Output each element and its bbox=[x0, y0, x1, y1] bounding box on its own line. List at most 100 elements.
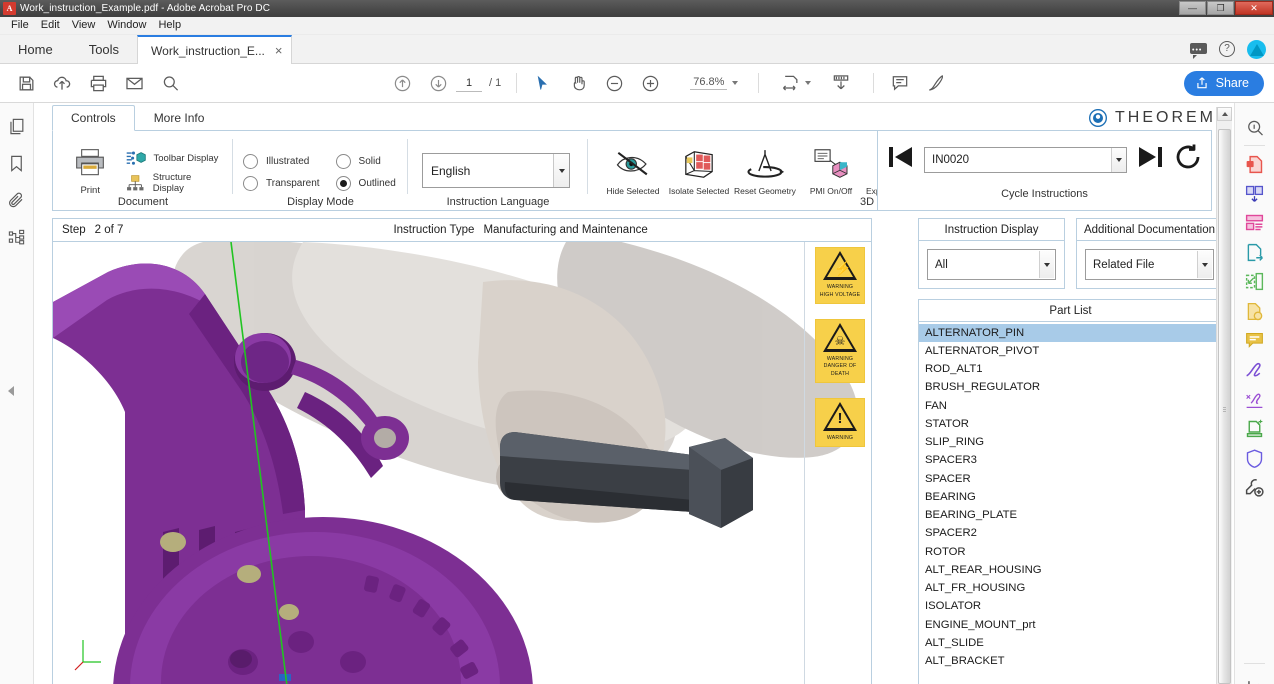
chevron-down-icon[interactable] bbox=[1111, 147, 1126, 172]
chevron-down-icon[interactable] bbox=[553, 154, 569, 187]
attachments-icon[interactable] bbox=[6, 189, 28, 211]
close-tab-icon[interactable]: × bbox=[275, 43, 283, 58]
reset-geometry-button[interactable]: Reset Geometry bbox=[734, 148, 796, 196]
hand-tool-icon[interactable] bbox=[560, 69, 596, 97]
instruction-language-select[interactable]: English bbox=[422, 153, 570, 188]
chevron-down-icon[interactable] bbox=[1039, 251, 1054, 278]
list-item[interactable]: BEARING_PLATE bbox=[919, 507, 1222, 525]
next-page-button[interactable] bbox=[420, 69, 456, 97]
radio-illustrated[interactable]: Illustrated bbox=[243, 154, 320, 169]
list-item[interactable]: STATOR bbox=[919, 415, 1222, 433]
menu-window[interactable]: Window bbox=[103, 18, 154, 33]
print-icon[interactable] bbox=[80, 69, 116, 97]
ribbon-tab-more-info[interactable]: More Info bbox=[135, 105, 224, 131]
menu-help[interactable]: Help bbox=[154, 18, 189, 33]
list-item[interactable]: ROD_ALT1 bbox=[919, 361, 1222, 379]
part-list[interactable]: ALTERNATOR_PIN ALTERNATOR_PIVOT ROD_ALT1… bbox=[919, 322, 1222, 671]
list-item[interactable]: ISOLATOR bbox=[919, 598, 1222, 616]
page-number-input[interactable] bbox=[456, 74, 482, 92]
menu-file[interactable]: File bbox=[7, 18, 37, 33]
export-pdf-icon[interactable] bbox=[1238, 149, 1272, 178]
email-icon[interactable] bbox=[116, 69, 152, 97]
list-item[interactable]: ROTOR bbox=[919, 543, 1222, 561]
help-icon[interactable]: ? bbox=[1219, 41, 1235, 57]
list-item[interactable]: SPACER2 bbox=[919, 525, 1222, 543]
menu-edit[interactable]: Edit bbox=[37, 18, 68, 33]
expand-panel-icon[interactable] bbox=[1238, 672, 1272, 684]
radio-solid[interactable]: Solid bbox=[335, 154, 396, 169]
scrollbar-thumb[interactable] bbox=[1218, 129, 1231, 684]
highlight-icon[interactable] bbox=[918, 69, 954, 97]
reset-instructions-button[interactable] bbox=[1173, 143, 1203, 176]
edit-pdf-icon[interactable] bbox=[1238, 238, 1272, 267]
isolate-selected-button[interactable]: Isolate Selected bbox=[668, 148, 730, 196]
list-item[interactable]: ALT_BRACKET bbox=[919, 653, 1222, 671]
list-item[interactable]: BRUSH_REGULATOR bbox=[919, 379, 1222, 397]
comment-pdf-icon[interactable] bbox=[1238, 297, 1272, 326]
additional-documentation-select[interactable]: Related File bbox=[1085, 249, 1214, 280]
zoom-in-icon[interactable] bbox=[632, 69, 668, 97]
send-for-signature-icon[interactable] bbox=[1238, 385, 1272, 414]
tab-tools[interactable]: Tools bbox=[71, 35, 137, 63]
collapse-left-panel-icon[interactable] bbox=[8, 386, 14, 396]
cloud-upload-icon[interactable] bbox=[44, 69, 80, 97]
3d-viewport[interactable]: ⚡ WARNING HIGH VOLTAGE ☠ WARNING DANGER OF… bbox=[52, 242, 872, 684]
stamp-icon[interactable] bbox=[1238, 414, 1272, 443]
list-item[interactable]: ALTERNATOR_PIVOT bbox=[919, 342, 1222, 360]
3d-model-render[interactable] bbox=[53, 242, 871, 684]
protect-icon[interactable] bbox=[1238, 444, 1272, 473]
model-tree-icon[interactable] bbox=[6, 226, 28, 248]
fit-page-icon[interactable] bbox=[773, 69, 809, 97]
print-button[interactable]: Print bbox=[63, 148, 117, 196]
chevron-down-icon[interactable] bbox=[1197, 251, 1212, 278]
avatar[interactable] bbox=[1247, 39, 1266, 59]
window-controls[interactable]: — ❐ ✕ bbox=[1179, 1, 1273, 15]
share-button[interactable]: Share bbox=[1183, 70, 1264, 96]
compress-pdf-icon[interactable] bbox=[1238, 267, 1272, 296]
toolbar-display-button[interactable]: Toolbar Display bbox=[125, 150, 223, 168]
hide-selected-button[interactable]: Hide Selected bbox=[602, 148, 664, 196]
create-pdf-icon[interactable] bbox=[1238, 208, 1272, 237]
fill-and-sign-icon[interactable] bbox=[1238, 355, 1272, 384]
menu-view[interactable]: View bbox=[68, 18, 104, 33]
list-item[interactable]: ENGINE_MOUNT_prt bbox=[919, 616, 1222, 634]
zoom-out-icon[interactable] bbox=[596, 69, 632, 97]
list-item[interactable]: BEARING bbox=[919, 488, 1222, 506]
instruction-select[interactable]: IN0020 bbox=[924, 146, 1127, 173]
previous-page-button[interactable] bbox=[384, 69, 420, 97]
list-item[interactable]: SLIP_RING bbox=[919, 434, 1222, 452]
pmi-toggle-button[interactable]: PMI On/Off bbox=[800, 148, 862, 196]
select-tool-icon[interactable] bbox=[524, 69, 560, 97]
list-item[interactable]: ALTERNATOR_PIN bbox=[919, 324, 1222, 343]
page-thumbnails-icon[interactable] bbox=[6, 115, 28, 137]
chevron-down-icon[interactable] bbox=[732, 81, 739, 85]
scroll-up-button[interactable] bbox=[1217, 107, 1232, 121]
list-item[interactable]: SPACER3 bbox=[919, 452, 1222, 470]
maximize-button[interactable]: ❐ bbox=[1207, 1, 1234, 15]
bookmarks-icon[interactable] bbox=[6, 152, 28, 174]
search-icon[interactable] bbox=[152, 69, 188, 97]
more-tools-icon[interactable] bbox=[1238, 473, 1272, 502]
list-item[interactable]: ALT_FR_HOUSING bbox=[919, 580, 1222, 598]
fit-page-chevron-icon[interactable] bbox=[805, 81, 812, 85]
tab-document[interactable]: Work_instruction_E... × bbox=[137, 35, 293, 64]
minimize-button[interactable]: — bbox=[1179, 1, 1206, 15]
radio-outlined[interactable]: Outlined bbox=[335, 176, 396, 191]
zoom-level-value[interactable]: 76.8% bbox=[690, 76, 728, 90]
list-item[interactable]: ALT_REAR_HOUSING bbox=[919, 561, 1222, 579]
structure-display-button[interactable]: Structure Display bbox=[125, 172, 223, 194]
organize-pages-icon[interactable] bbox=[1238, 179, 1272, 208]
list-item[interactable]: SPACER bbox=[919, 470, 1222, 488]
tab-home[interactable]: Home bbox=[0, 35, 71, 63]
next-instruction-button[interactable] bbox=[1135, 143, 1165, 176]
ribbon-tab-controls[interactable]: Controls bbox=[52, 105, 135, 131]
list-item[interactable]: ALT_SLIDE bbox=[919, 634, 1222, 652]
save-icon[interactable] bbox=[8, 69, 44, 97]
close-button[interactable]: ✕ bbox=[1235, 1, 1273, 15]
comment-icon[interactable] bbox=[882, 69, 918, 97]
instruction-display-select[interactable]: All bbox=[927, 249, 1056, 280]
comment-bubble-icon[interactable] bbox=[1238, 326, 1272, 355]
scroll-mode-icon[interactable] bbox=[823, 69, 859, 97]
search-document-icon[interactable] bbox=[1238, 113, 1272, 142]
list-item[interactable]: FAN bbox=[919, 397, 1222, 415]
